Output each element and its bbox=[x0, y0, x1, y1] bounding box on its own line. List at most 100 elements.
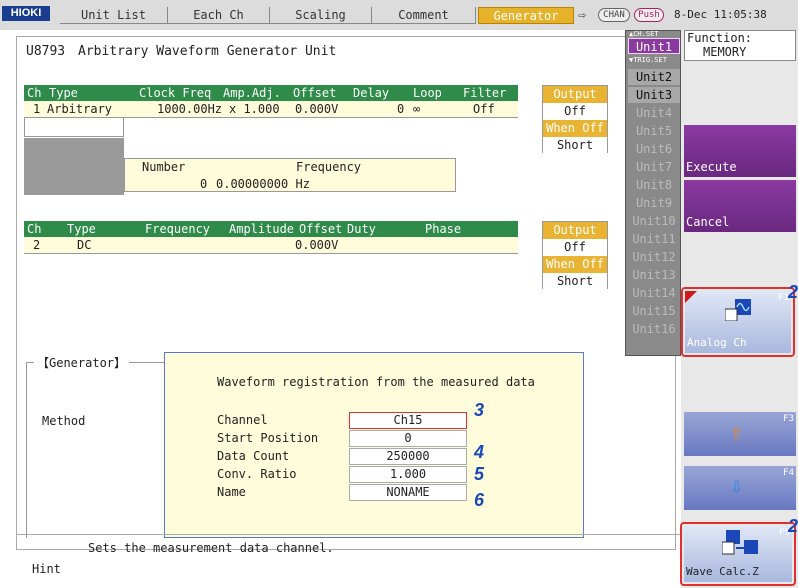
generator-group-line bbox=[26, 362, 27, 538]
ch2-row[interactable]: 2 DC 0.000V bbox=[24, 237, 518, 254]
unit-item-13[interactable]: Unit13 bbox=[628, 267, 680, 283]
frequency-label: Frequency bbox=[296, 160, 362, 174]
unit-item-16[interactable]: Unit16 bbox=[628, 321, 680, 337]
ch1-header-row: Ch Type Clock Freq Amp.Adj. Offset Delay… bbox=[24, 85, 518, 101]
ch1-header-delay: Delay bbox=[353, 86, 390, 100]
ch2-header-amplitude: Amplitude bbox=[229, 222, 295, 236]
unit-list: ▲CH.SET Unit1 ▼TRIG.SET Unit2 Unit3 Unit… bbox=[625, 30, 681, 356]
ch1-offset[interactable]: 0.000V bbox=[292, 101, 341, 117]
start-position-field[interactable]: 0 bbox=[349, 430, 467, 447]
chset-label: ▲CH.SET bbox=[629, 30, 659, 38]
corner-marker-icon bbox=[685, 291, 697, 303]
ch1-row[interactable]: 1 Arbitrary 1000.00Hz x 1.000 0.000V 0 ∞… bbox=[24, 101, 518, 118]
unit-item-2[interactable]: Unit2 bbox=[628, 69, 680, 85]
analog-ch-button[interactable]: F1 Analog Ch bbox=[685, 291, 791, 353]
ch1-header-filter: Filter bbox=[463, 86, 507, 100]
ch2-header-phase: Phase bbox=[425, 222, 462, 236]
channel-label: Channel bbox=[217, 413, 268, 427]
callout-5: 5 bbox=[474, 464, 485, 484]
output1-when-label: When Off bbox=[543, 120, 607, 137]
ch1-amp[interactable]: x 1.000 bbox=[226, 101, 283, 117]
unit-item-12[interactable]: Unit12 bbox=[628, 249, 680, 265]
ch1-type[interactable]: Arbitrary bbox=[44, 101, 115, 117]
wave-calc-label: Wave Calc.Z bbox=[686, 565, 759, 578]
datetime: 8-Dec 11:05:38 bbox=[674, 8, 767, 21]
ch1-header-amp: Amp.Adj. bbox=[223, 86, 281, 100]
ch2-header-type: Type bbox=[67, 222, 96, 236]
analog-waveform-icon bbox=[725, 299, 751, 321]
tab-each-ch[interactable]: Each Ch bbox=[168, 7, 270, 24]
ch1-header-loop: Loop bbox=[413, 86, 442, 100]
tab-comment[interactable]: Comment bbox=[372, 7, 476, 24]
execute-label: Execute bbox=[686, 160, 737, 174]
unit-item-1[interactable]: Unit1 bbox=[628, 38, 680, 54]
unit-item-9[interactable]: Unit9 bbox=[628, 195, 680, 211]
output2-box: Output Off When Off Short bbox=[542, 221, 608, 290]
number-label: Number bbox=[142, 160, 186, 174]
function-label: Function: bbox=[687, 31, 753, 45]
unit-item-15[interactable]: Unit15 bbox=[628, 303, 680, 319]
ch2-header-duty: Duty bbox=[347, 222, 376, 236]
up-arrow-icon: ⇧ bbox=[730, 420, 744, 445]
hint-label: Hint bbox=[32, 562, 61, 576]
tab-generator[interactable]: Generator bbox=[478, 7, 574, 24]
page-title: Arbitrary Waveform Generator Unit bbox=[78, 44, 337, 59]
ch2-type[interactable]: DC bbox=[74, 237, 94, 253]
unit-item-8[interactable]: Unit8 bbox=[628, 177, 680, 193]
data-count-field[interactable]: 250000 bbox=[349, 448, 467, 465]
scroll-down-button[interactable]: ⇩ F4 bbox=[684, 466, 796, 510]
ch1-header-ch: Ch bbox=[27, 86, 42, 100]
hint-divider bbox=[16, 534, 682, 535]
name-field[interactable]: NONAME bbox=[349, 484, 467, 501]
callout-3: 3 bbox=[474, 400, 485, 420]
tab-scaling[interactable]: Scaling bbox=[270, 7, 372, 24]
wave-calc-button[interactable]: F5 Wave Calc.Z bbox=[684, 526, 792, 582]
unit-item-7[interactable]: Unit7 bbox=[628, 159, 680, 175]
frequency-value[interactable]: 0.00000000 Hz bbox=[213, 176, 313, 192]
ch1-header-offset: Offset bbox=[293, 86, 337, 100]
unit-item-10[interactable]: Unit10 bbox=[628, 213, 680, 229]
unit-item-4[interactable]: Unit4 bbox=[628, 105, 680, 121]
wave-calc-icon bbox=[722, 530, 758, 555]
ch1-header-type: Type bbox=[49, 86, 78, 100]
unit-item-11[interactable]: Unit11 bbox=[628, 231, 680, 247]
callout-2-top: 2 bbox=[788, 282, 798, 302]
unit-item-6[interactable]: Unit6 bbox=[628, 141, 680, 157]
number-value[interactable]: 0 bbox=[197, 176, 210, 192]
push-indicator: Push bbox=[634, 8, 664, 22]
ch2-offset[interactable]: 0.000V bbox=[292, 237, 341, 253]
ch1-filter[interactable]: Off bbox=[470, 101, 498, 117]
output1-value[interactable]: Off bbox=[543, 103, 607, 120]
ch1-loop[interactable]: ∞ bbox=[410, 101, 423, 117]
waveform-registration-dialog: Waveform registration from the measured … bbox=[164, 352, 584, 538]
output2-label: Output bbox=[543, 222, 607, 239]
ch1-delay[interactable]: 0 bbox=[394, 101, 407, 117]
scroll-up-button[interactable]: ⇧ F3 bbox=[684, 412, 796, 456]
conv-ratio-field[interactable]: 1.000 bbox=[349, 466, 467, 483]
method-label: Method bbox=[42, 414, 86, 428]
output2-value[interactable]: Off bbox=[543, 239, 607, 256]
output1-when-value[interactable]: Short bbox=[543, 137, 607, 154]
ch2-header-offset: Offset bbox=[299, 222, 343, 236]
channel-field[interactable]: Ch15 bbox=[349, 412, 467, 429]
output2-when-value[interactable]: Short bbox=[543, 273, 607, 290]
generator-group-label: 【Generator】 bbox=[34, 354, 130, 371]
unit-item-14[interactable]: Unit14 bbox=[628, 285, 680, 301]
ch1-number: 1 bbox=[33, 102, 41, 116]
ch1-header-clock: Clock Freq bbox=[139, 86, 212, 100]
ch2-number: 2 bbox=[33, 238, 41, 252]
cancel-button[interactable]: Cancel bbox=[684, 180, 796, 232]
execute-button[interactable]: Execute bbox=[684, 125, 796, 177]
ch1-clock[interactable]: 1000.00Hz bbox=[154, 101, 225, 117]
start-position-label: Start Position bbox=[217, 431, 319, 445]
unit-model: U8793 bbox=[26, 44, 66, 59]
data-count-label: Data Count bbox=[217, 449, 290, 463]
output1-label: Output bbox=[543, 86, 607, 103]
tab-unit-list[interactable]: Unit List bbox=[60, 7, 168, 24]
unit-item-5[interactable]: Unit5 bbox=[628, 123, 680, 139]
ch2-header-frequency: Frequency bbox=[145, 222, 211, 236]
function-display: Function: MEMORY bbox=[684, 30, 796, 61]
unit-item-3[interactable]: Unit3 bbox=[628, 87, 680, 103]
output1-box: Output Off When Off Short bbox=[542, 85, 608, 154]
conv-ratio-label: Conv. Ratio bbox=[217, 467, 297, 481]
